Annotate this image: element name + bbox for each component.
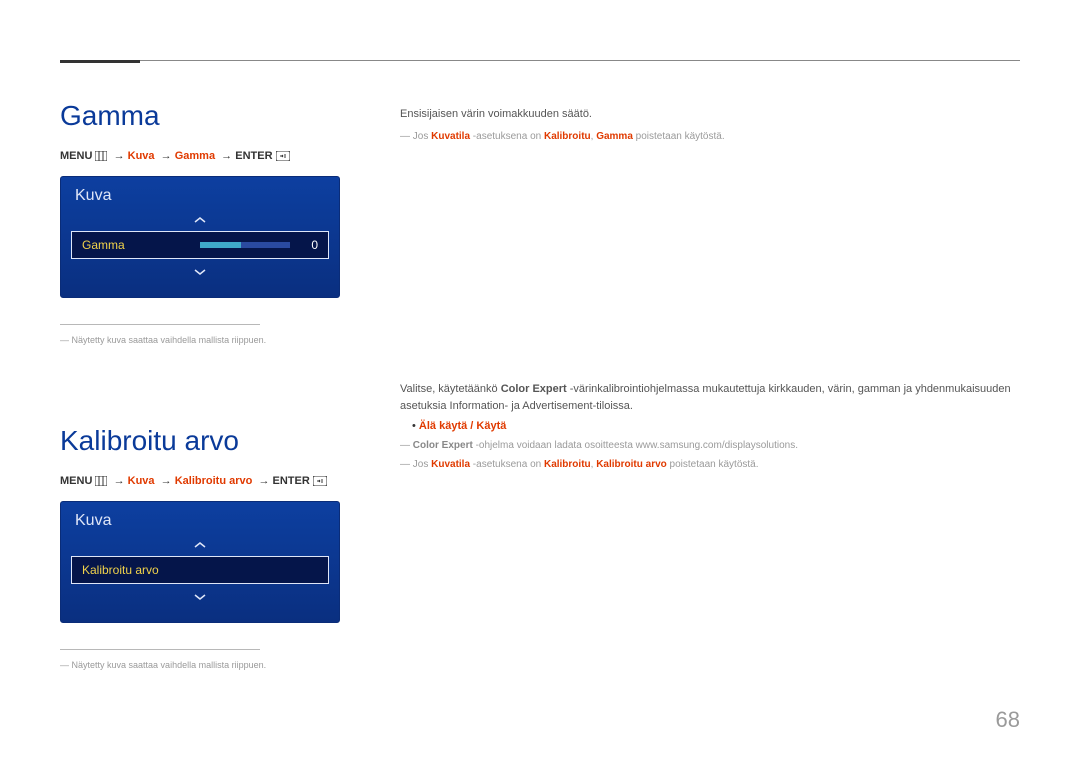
menu2-title: Kuva <box>61 502 339 536</box>
menu2-row-label: Kalibroitu arvo <box>82 563 159 577</box>
section1-right: Ensisijaisen värin voimakkuuden säätö. J… <box>400 60 1020 148</box>
crumb-menu: MENU <box>60 150 92 162</box>
section2-right: Valitse, käytetäänkö Color Expert -värin… <box>400 345 1020 476</box>
manual-page: Gamma MENU → Kuva → Gamma → ENTER Kuva G… <box>0 0 1080 763</box>
top-rule <box>60 60 1020 61</box>
gamma-slider[interactable] <box>200 242 290 248</box>
chevron-up-icon[interactable] <box>61 536 339 552</box>
top-rule-accent <box>60 60 140 63</box>
section2-short-rule <box>60 649 260 650</box>
section1-body1: Ensisijaisen värin voimakkuuden säätö. <box>400 106 1020 123</box>
crumb2-kalib: Kalibroitu arvo <box>175 475 253 487</box>
section2-footnote: Näytetty kuva saattaa vaihdella mallista… <box>60 660 400 670</box>
section2-options-bullet: Älä käytä / Käytä <box>412 420 1020 432</box>
crumb-gamma: Gamma <box>175 150 215 162</box>
menu1-row-label: Gamma <box>82 238 125 252</box>
menu1-row-gamma[interactable]: Gamma 0 <box>71 231 329 259</box>
crumb2-kuva: Kuva <box>128 475 155 487</box>
chevron-down-icon[interactable] <box>61 263 339 279</box>
crumb-kuva: Kuva <box>128 150 155 162</box>
gamma-slider-fill <box>200 242 241 248</box>
section1-heading: Gamma <box>60 100 400 132</box>
section2-body1: Valitse, käytetäänkö Color Expert -värin… <box>400 381 1020 414</box>
section1-footnote: Näytetty kuva saattaa vaihdella mallista… <box>60 335 400 345</box>
crumb2-menu: MENU <box>60 475 92 487</box>
section1-left: Gamma MENU → Kuva → Gamma → ENTER Kuva G… <box>60 60 400 345</box>
section2-menu-panel: Kuva Kalibroitu arvo <box>60 501 340 623</box>
section1-note1: Jos Kuvatila -asetuksena on Kalibroitu, … <box>400 129 1020 144</box>
section2-left: Kalibroitu arvo MENU → Kuva → Kalibroitu… <box>60 385 400 670</box>
crumb-enter: ENTER <box>235 150 272 162</box>
chevron-up-icon[interactable] <box>61 211 339 227</box>
menu1-row-value: 0 <box>300 238 318 252</box>
section1-short-rule <box>60 324 260 325</box>
chevron-down-icon[interactable] <box>61 588 339 604</box>
menu-grid-icon <box>95 150 107 162</box>
section2-heading: Kalibroitu arvo <box>60 425 400 457</box>
enter-icon <box>313 475 327 487</box>
menu1-title: Kuva <box>61 177 339 211</box>
section2-note2: Color Expert -ohjelma voidaan ladata oso… <box>400 438 1020 453</box>
section1-menu-panel: Kuva Gamma 0 <box>60 176 340 298</box>
enter-icon <box>276 150 290 162</box>
page-number: 68 <box>996 707 1020 733</box>
section1-breadcrumb: MENU → Kuva → Gamma → ENTER <box>60 150 400 162</box>
section2-breadcrumb: MENU → Kuva → Kalibroitu arvo → ENTER <box>60 475 400 487</box>
menu-grid-icon <box>95 475 107 487</box>
menu2-row-kalib[interactable]: Kalibroitu arvo <box>71 556 329 584</box>
section2-note3: Jos Kuvatila -asetuksena on Kalibroitu, … <box>400 457 1020 472</box>
crumb2-enter: ENTER <box>273 475 310 487</box>
